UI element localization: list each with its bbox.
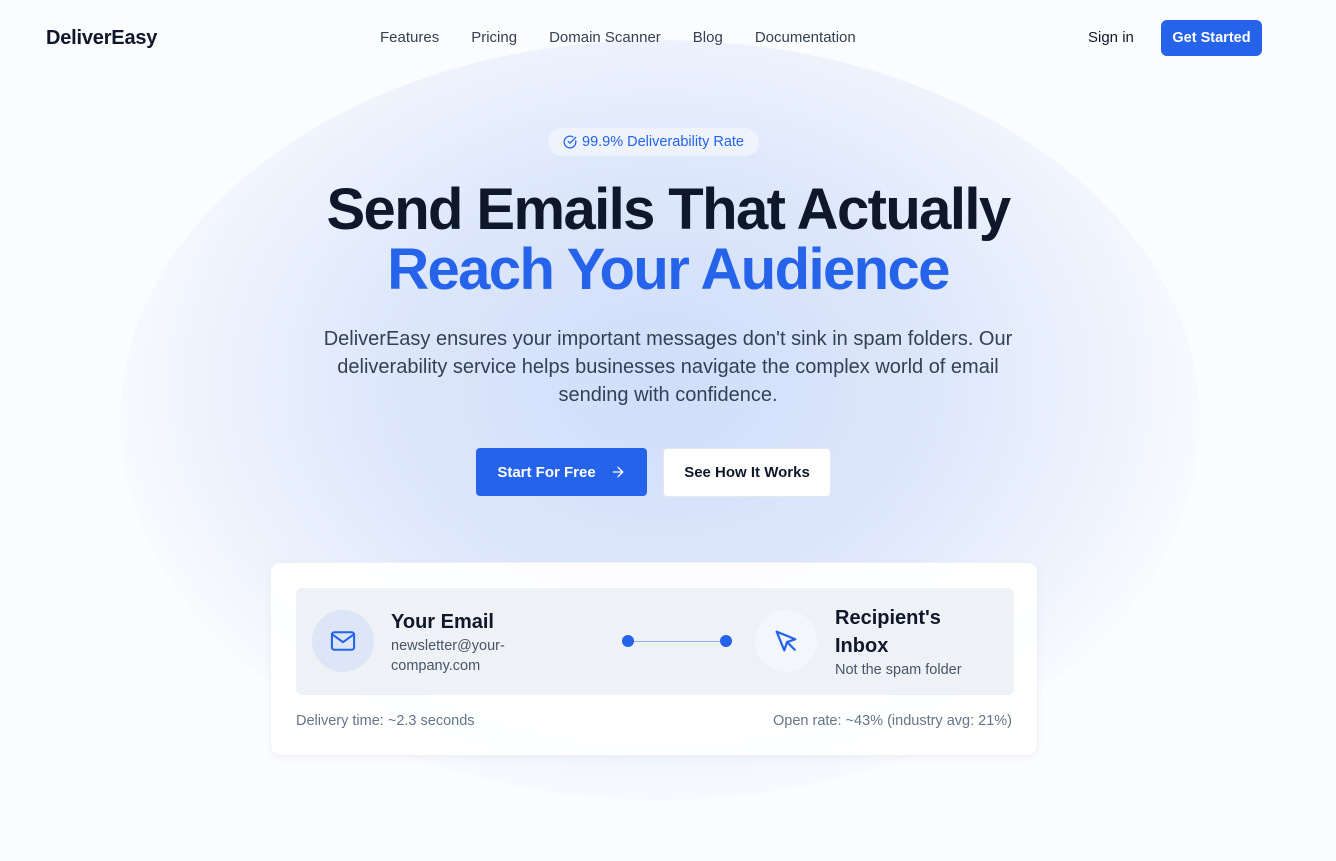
arrow-right-icon	[612, 466, 624, 478]
sender-title: Your Email	[391, 611, 494, 633]
recipient-detail: Not the spam folder	[835, 662, 962, 678]
nav-links: Features Pricing Domain Scanner Blog Doc…	[380, 29, 856, 46]
nav-link-pricing[interactable]: Pricing	[471, 29, 517, 46]
get-started-button[interactable]: Get Started	[1161, 20, 1262, 56]
check-circle-icon	[563, 135, 577, 149]
connector-dot-end	[720, 635, 732, 647]
top-nav: DeliverEasy Features Pricing Domain Scan…	[0, 0, 1336, 76]
connector-line	[628, 640, 726, 642]
hero-subtitle: DeliverEasy ensures your important messa…	[323, 328, 1013, 406]
connector-dot-start	[622, 635, 634, 647]
start-for-free-button[interactable]: Start For Free	[476, 448, 647, 496]
delivery-time-stat: Delivery time: ~2.3 seconds	[296, 713, 475, 729]
nav-link-features[interactable]: Features	[380, 29, 439, 46]
delivery-flow-card: Your Email newsletter@your-company.com R…	[270, 562, 1038, 756]
mail-icon-circle	[312, 610, 374, 672]
deliverability-badge: 99.9% Deliverability Rate	[548, 128, 759, 156]
nav-link-blog[interactable]: Blog	[693, 29, 723, 46]
see-how-it-works-button[interactable]: See How It Works	[663, 448, 831, 497]
nav-link-documentation[interactable]: Documentation	[755, 29, 856, 46]
sign-in-link[interactable]: Sign in	[1088, 29, 1134, 46]
delivery-flow: Your Email newsletter@your-company.com R…	[296, 588, 1014, 695]
hero-title-line-2: Reach Your Audience	[387, 237, 950, 302]
mail-icon	[330, 631, 356, 651]
brand-logo[interactable]: DeliverEasy	[46, 27, 157, 50]
badge-text: 99.9% Deliverability Rate	[582, 134, 744, 150]
cursor-icon	[775, 630, 797, 652]
recipient-title: Recipient's Inbox	[835, 607, 941, 657]
delivery-connector	[622, 635, 732, 647]
nav-link-domain-scanner[interactable]: Domain Scanner	[549, 29, 661, 46]
open-rate-stat: Open rate: ~43% (industry avg: 21%)	[773, 713, 1012, 729]
start-for-free-label: Start For Free	[497, 463, 596, 481]
cursor-icon-circle	[755, 610, 817, 672]
sender-address: newsletter@your-company.com	[391, 638, 505, 674]
hero-title-line-1: Send Emails That Actually	[326, 177, 1011, 242]
